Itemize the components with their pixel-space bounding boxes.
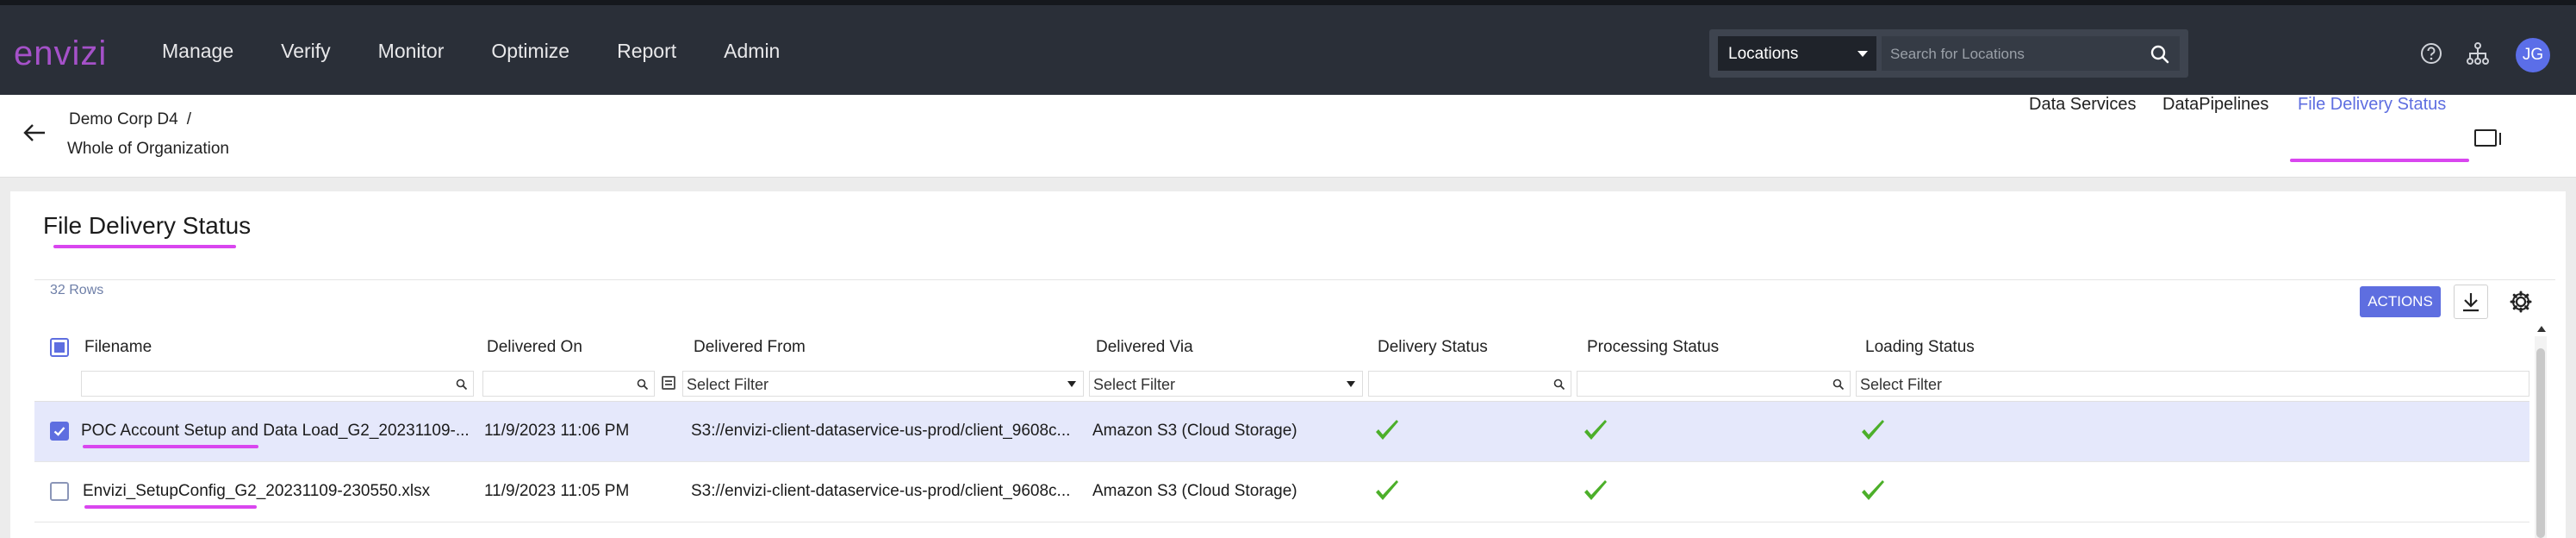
nav-verify[interactable]: Verify: [281, 40, 331, 63]
column-header-delivered-on[interactable]: Delivered On: [487, 338, 582, 357]
actions-button[interactable]: ACTIONS: [2360, 286, 2441, 317]
caret-down-icon: [1347, 381, 1355, 387]
tab-file-delivery-status[interactable]: File Delivery Status: [2298, 95, 2446, 115]
breadcrumb-org-label: Demo Corp D4: [69, 110, 178, 128]
row-checkbox[interactable]: [50, 422, 69, 441]
cell-filename[interactable]: Envizi_SetupConfig_G2_20231109-230550.xl…: [83, 482, 470, 501]
calendar-icon[interactable]: [662, 376, 675, 390]
back-arrow-icon[interactable]: [22, 122, 47, 143]
location-type-label: Locations: [1728, 45, 1799, 63]
row-checkbox[interactable]: [50, 482, 69, 501]
divider: [34, 279, 2555, 280]
success-check-icon: [1376, 420, 1398, 440]
delivered-from-filter-select[interactable]: Select Filter: [682, 371, 1084, 397]
column-header-processing-status[interactable]: Processing Status: [1587, 338, 1719, 357]
column-header-filename[interactable]: Filename: [84, 338, 152, 357]
filename-filter-input[interactable]: [81, 371, 474, 397]
breadcrumb-separator: /: [186, 110, 191, 128]
checkmark-icon: [53, 427, 65, 436]
delivered-on-filter-input[interactable]: [482, 371, 655, 397]
caret-down-icon: [1067, 381, 1076, 387]
grid-settings-button[interactable]: [2504, 285, 2538, 319]
success-check-icon: [1862, 420, 1884, 440]
hierarchy-icon[interactable]: [2466, 41, 2490, 66]
location-search-placeholder: Search for Locations: [1890, 46, 2025, 62]
download-button[interactable]: [2454, 285, 2488, 319]
breadcrumb-org[interactable]: Demo Corp D4 /: [69, 110, 191, 129]
cell-delivered-from: S3://envizi-client-dataservice-us-prod/c…: [691, 422, 1071, 440]
caret-down-icon: [1857, 51, 1868, 57]
envizi-logo[interactable]: envizi: [14, 34, 107, 73]
cell-delivered-via: Amazon S3 (Cloud Storage): [1092, 422, 1297, 440]
delivered-from-filter-placeholder: Select Filter: [687, 376, 769, 393]
grid-filter-row: Select Filter Select Filter Select Filte…: [34, 366, 2529, 402]
select-all-checkbox[interactable]: [50, 338, 69, 357]
loading-status-filter-select[interactable]: Select Filter: [1856, 371, 2529, 397]
page-title: File Delivery Status: [43, 212, 252, 239]
file-delivery-grid: Filename Delivered On Delivered From Del…: [34, 326, 2554, 538]
delivered-via-filter-placeholder: Select Filter: [1093, 376, 1176, 393]
gear-icon: [2510, 291, 2532, 313]
delivery-status-filter-input[interactable]: [1368, 371, 1571, 397]
main-nav: Manage Verify Monitor Optimize Report Ad…: [162, 40, 780, 63]
search-icon: [637, 378, 649, 391]
user-avatar[interactable]: JG: [2516, 38, 2550, 72]
tab-data-services[interactable]: Data Services: [2029, 95, 2137, 115]
filename-highlight: [84, 505, 257, 509]
title-highlight: [53, 245, 236, 248]
rows-count: 32 Rows: [50, 283, 104, 297]
success-check-icon: [1584, 420, 1607, 440]
location-search-input[interactable]: Search for Locations: [1882, 36, 2180, 71]
loading-status-filter-placeholder: Select Filter: [1860, 376, 1943, 393]
delivered-via-filter-select[interactable]: Select Filter: [1089, 371, 1363, 397]
processing-status-filter-input[interactable]: [1577, 371, 1851, 397]
cell-delivered-from: S3://envizi-client-dataservice-us-prod/c…: [691, 482, 1071, 500]
scrollbar-thumb[interactable]: [2536, 348, 2545, 538]
cell-delivered-on: 11/9/2023 11:05 PM: [484, 482, 630, 500]
help-icon[interactable]: [2419, 41, 2443, 66]
nav-monitor[interactable]: Monitor: [378, 40, 445, 63]
grid-header-row: Filename Delivered On Delivered From Del…: [34, 326, 2529, 366]
location-type-select[interactable]: Locations: [1718, 36, 1876, 71]
nav-admin[interactable]: Admin: [724, 40, 780, 63]
search-icon[interactable]: [2150, 45, 2169, 64]
filename-highlight: [83, 445, 258, 448]
column-header-delivered-from[interactable]: Delivered From: [694, 338, 806, 357]
success-check-icon: [1584, 480, 1607, 500]
cell-filename[interactable]: POC Account Setup and Data Load_G2_20231…: [81, 422, 469, 441]
location-search-bar: Locations Search for Locations: [1709, 29, 2188, 78]
search-icon: [1832, 378, 1845, 391]
search-icon: [1553, 378, 1565, 391]
side-panel-icon[interactable]: [2474, 129, 2501, 147]
sub-header: Demo Corp D4 / Whole of Organization Data…: [0, 95, 2576, 178]
top-nav-bar: envizi Manage Verify Monitor Optimize Re…: [0, 0, 2576, 95]
success-check-icon: [1862, 480, 1884, 500]
table-row[interactable]: POC Account Setup and Data Load_G2_20231…: [34, 402, 2529, 462]
cell-delivered-on: 11/9/2023 11:06 PM: [484, 422, 630, 440]
nav-optimize[interactable]: Optimize: [491, 40, 569, 63]
column-header-loading-status[interactable]: Loading Status: [1865, 338, 1975, 357]
nav-manage[interactable]: Manage: [162, 40, 233, 63]
download-icon: [2463, 293, 2479, 312]
nav-report[interactable]: Report: [617, 40, 676, 63]
scroll-up-arrow[interactable]: [2537, 326, 2546, 332]
search-icon: [456, 378, 468, 391]
column-header-delivered-via[interactable]: Delivered Via: [1096, 338, 1193, 357]
cell-delivered-via: Amazon S3 (Cloud Storage): [1092, 482, 1297, 500]
breadcrumb-scope[interactable]: Whole of Organization: [67, 140, 229, 159]
table-row[interactable]: Envizi_SetupConfig_G2_20231109-230550.xl…: [34, 462, 2529, 522]
success-check-icon: [1376, 480, 1398, 500]
column-header-delivery-status[interactable]: Delivery Status: [1378, 338, 1488, 357]
active-tab-indicator: [2290, 159, 2469, 162]
tab-datapipelines[interactable]: DataPipelines: [2162, 95, 2268, 115]
content-card: File Delivery Status 32 Rows ACTIONS Fil…: [10, 191, 2566, 538]
